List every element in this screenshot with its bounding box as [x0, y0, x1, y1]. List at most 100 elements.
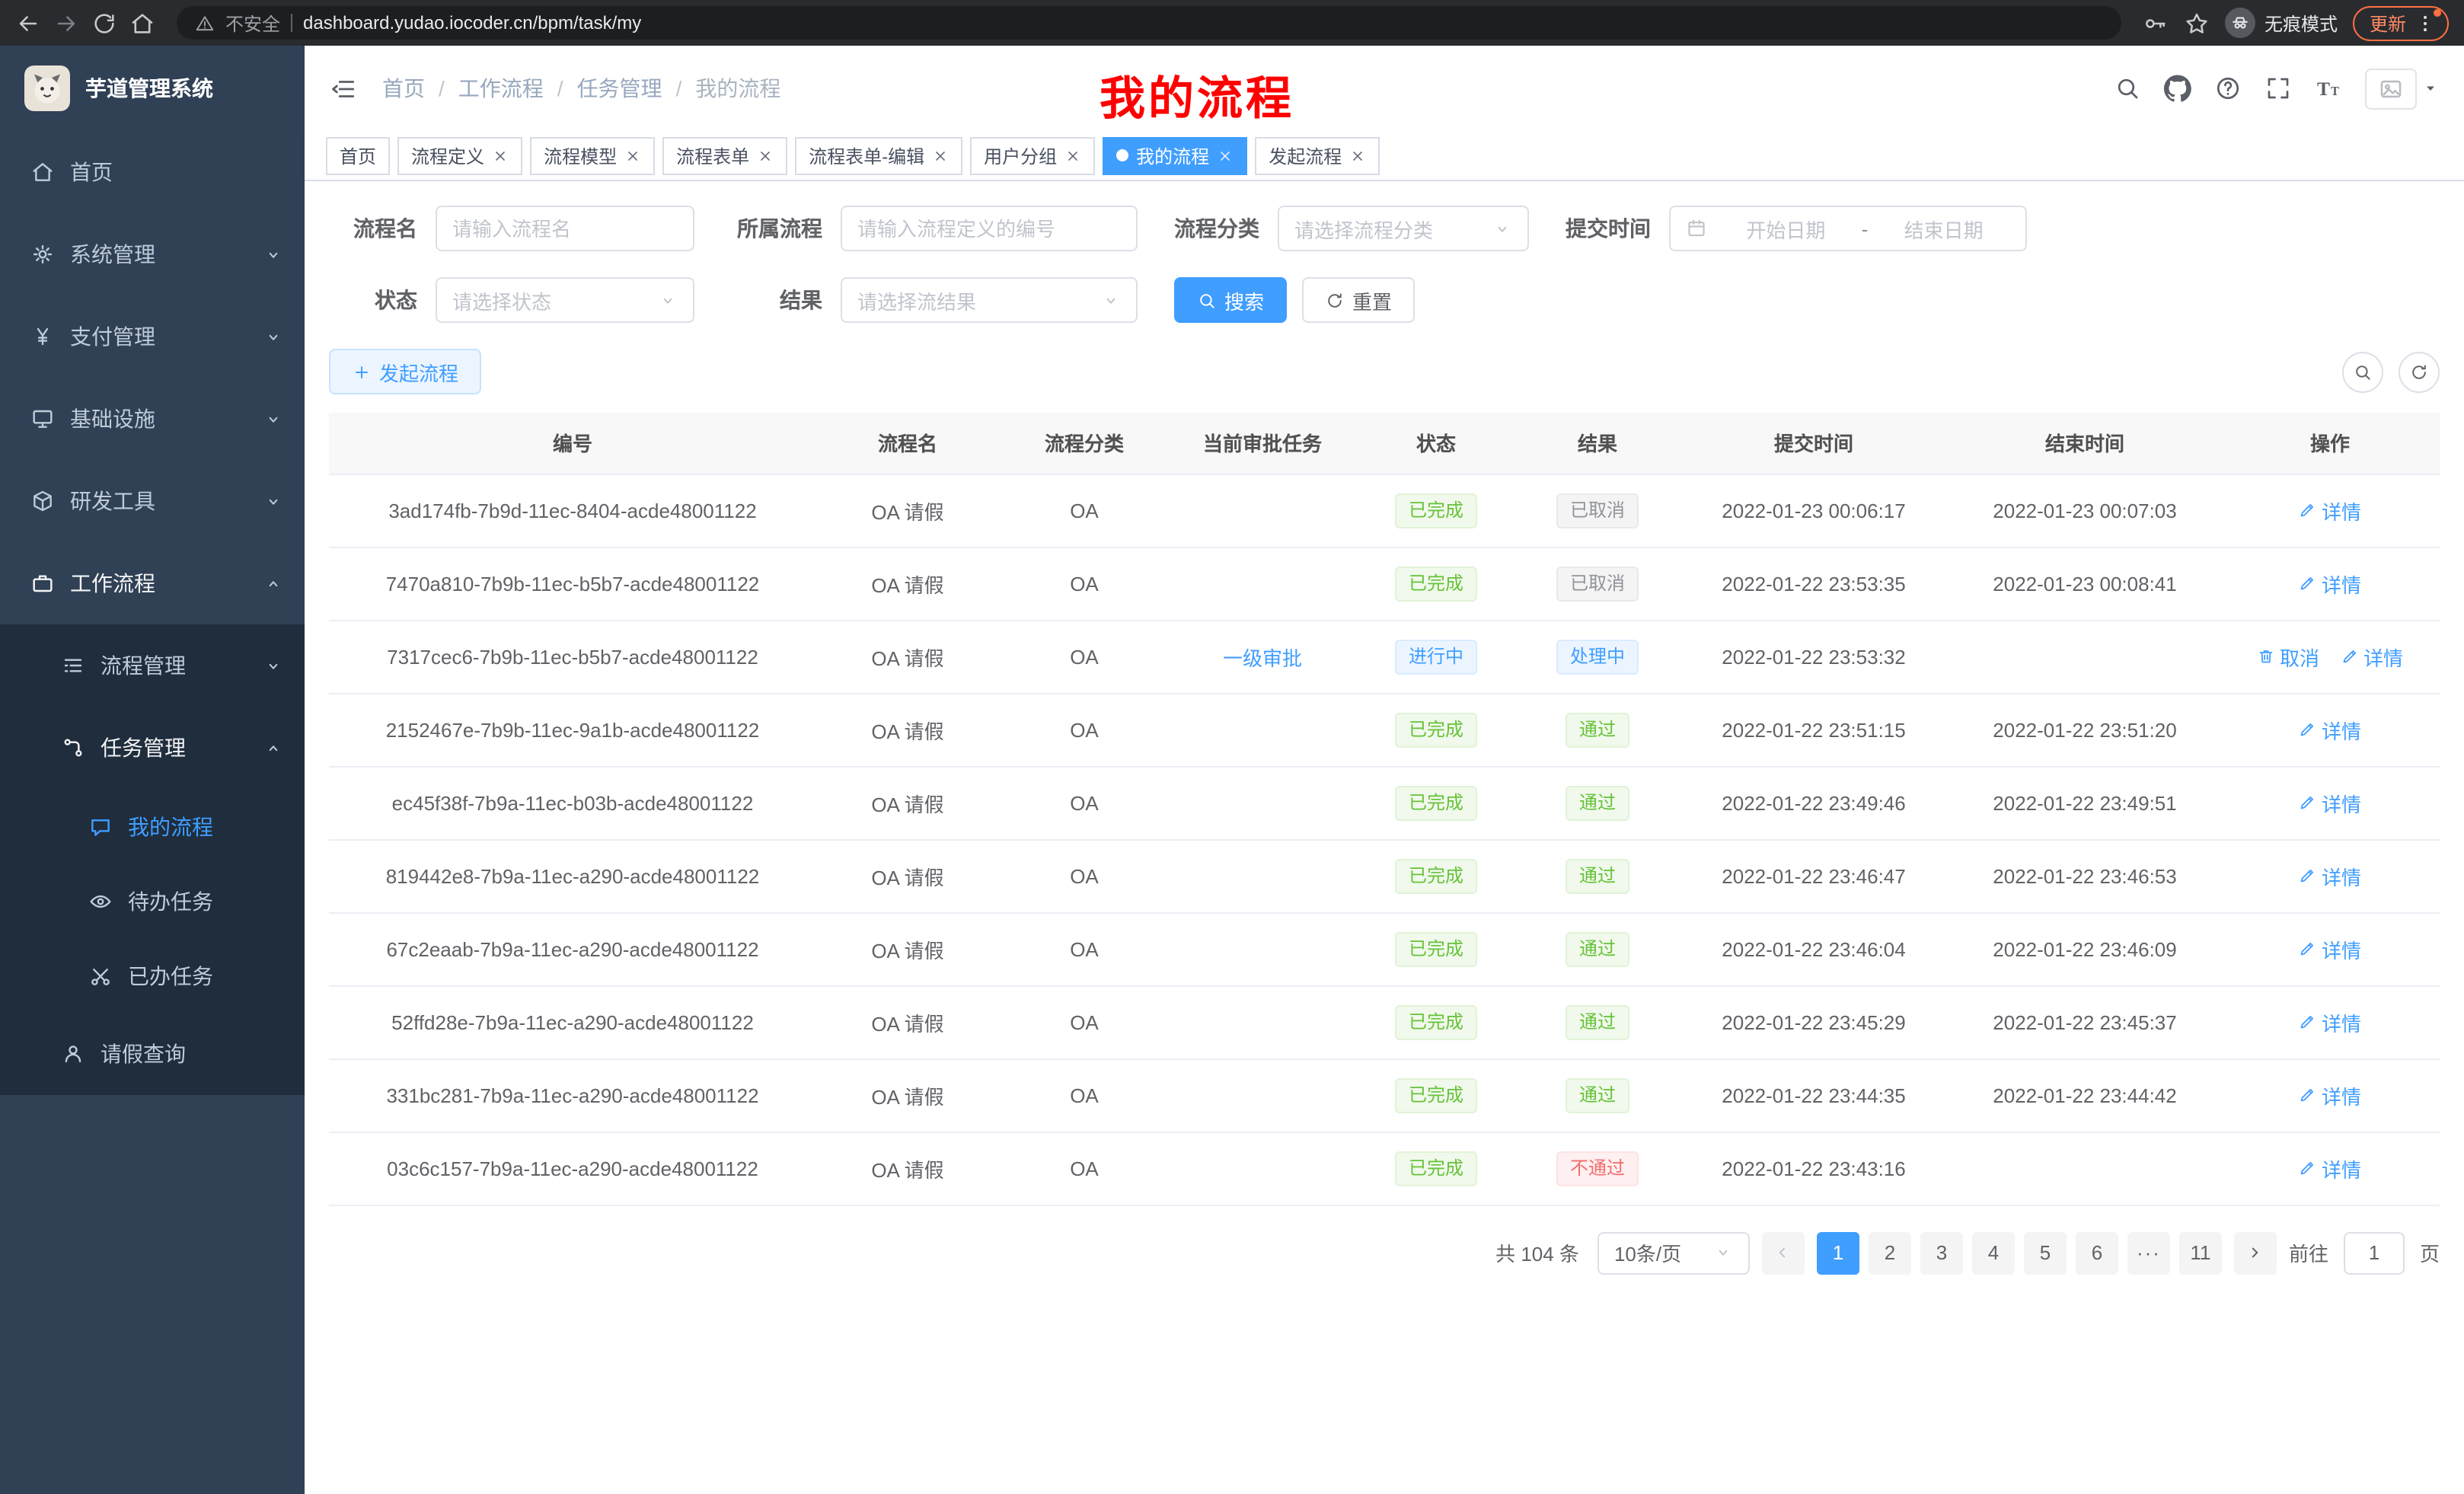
font-size-icon[interactable]: TT [2315, 75, 2342, 102]
goto-label: 前往 [2289, 1238, 2328, 1267]
current-task-link[interactable]: 一级审批 [1223, 646, 1302, 669]
create-process-button[interactable]: 发起流程 [329, 349, 481, 394]
detail-action[interactable]: 详情 [2299, 1154, 2361, 1183]
sidebar-item-home[interactable]: 首页 [0, 131, 305, 213]
column-header: 当前审批任务 [1170, 413, 1355, 474]
close-icon[interactable] [757, 147, 774, 164]
process-name-input[interactable] [436, 206, 694, 251]
incognito-profile-chip[interactable]: 无痕模式 [2225, 8, 2338, 38]
reset-button[interactable]: 重置 [1302, 277, 1415, 323]
address-bar[interactable]: 不安全 dashboard.yudao.iocoder.cn/bpm/task/… [177, 6, 2121, 40]
result-select[interactable]: 请选择流结果 [841, 277, 1138, 323]
sidebar-item-payment[interactable]: 支付管理 [0, 295, 305, 378]
sidebar-item-system[interactable]: 系统管理 [0, 213, 305, 295]
github-icon[interactable] [2164, 75, 2191, 102]
close-icon[interactable] [492, 147, 509, 164]
category-select[interactable]: 请选择流程分类 [1278, 206, 1529, 251]
close-icon[interactable] [1064, 147, 1081, 164]
actions-cell: 取消详情 [2220, 620, 2440, 693]
toggle-search-button[interactable] [2342, 351, 2383, 392]
tab-my-process[interactable]: 我的流程 [1103, 136, 1247, 174]
process-id: 819442e8-7b9a-11ec-a290-acde48001122 [329, 839, 816, 912]
sidebar-item-my-process[interactable]: 我的流程 [0, 789, 305, 864]
detail-action[interactable]: 详情 [2299, 788, 2361, 817]
category-label: 流程分类 [1174, 213, 1259, 244]
status-tag: 已完成 [1395, 858, 1477, 893]
tab-process-model[interactable]: 流程模型 [530, 136, 655, 174]
tab-process-form[interactable]: 流程表单 [662, 136, 787, 174]
sidebar-item-process-management[interactable]: 流程管理 [0, 624, 305, 707]
edit-icon [2299, 1086, 2317, 1104]
sidebar-item-infrastructure[interactable]: 基础设施 [0, 378, 305, 460]
detail-action[interactable]: 详情 [2299, 496, 2361, 525]
url-text[interactable]: dashboard.yudao.iocoder.cn/bpm/task/my [303, 12, 641, 34]
sidebar-item-task-management[interactable]: 任务管理 [0, 707, 305, 789]
header-search-icon[interactable] [2114, 75, 2141, 102]
detail-action[interactable]: 详情 [2299, 569, 2361, 598]
close-icon[interactable] [1349, 147, 1366, 164]
detail-action[interactable]: 详情 [2299, 861, 2361, 890]
browser-chrome: 不安全 dashboard.yudao.iocoder.cn/bpm/task/… [0, 0, 2464, 46]
close-icon[interactable] [932, 147, 949, 164]
date-separator: - [1859, 217, 1872, 240]
breadcrumb-item[interactable]: 首页 [382, 73, 425, 104]
security-warning-icon[interactable] [195, 13, 215, 33]
next-page-button[interactable] [2234, 1231, 2277, 1274]
tab-user-group[interactable]: 用户分组 [970, 136, 1095, 174]
page-button-1[interactable]: 1 [1817, 1231, 1859, 1274]
sidebar-item-workflow[interactable]: 工作流程 [0, 542, 305, 624]
sidebar-item-devtools[interactable]: 研发工具 [0, 460, 305, 542]
page-button-4[interactable]: 4 [1972, 1231, 2015, 1274]
browser-update-button[interactable]: 更新 [2353, 5, 2449, 40]
help-icon[interactable] [2214, 75, 2242, 102]
page-button-5[interactable]: 5 [2024, 1231, 2067, 1274]
app-logo[interactable]: 芋道管理系统 [0, 46, 305, 131]
browser-reload-button[interactable] [91, 10, 117, 36]
page-button-11[interactable]: 11 [2179, 1231, 2222, 1274]
yen-icon [30, 324, 55, 349]
edit-icon [2299, 793, 2317, 812]
close-icon[interactable] [1217, 147, 1234, 164]
detail-action[interactable]: 详情 [2299, 715, 2361, 744]
prev-page-button[interactable] [1762, 1231, 1805, 1274]
more-pages-button[interactable]: ··· [2127, 1231, 2170, 1274]
user-menu[interactable] [2365, 68, 2440, 109]
breadcrumb-item[interactable]: 任务管理 [577, 73, 662, 104]
page-button-6[interactable]: 6 [2076, 1231, 2118, 1274]
tab-start-process[interactable]: 发起流程 [1255, 136, 1380, 174]
detail-action[interactable]: 详情 [2299, 934, 2361, 963]
browser-menu-icon[interactable] [2414, 11, 2437, 34]
close-icon[interactable] [624, 147, 641, 164]
search-button[interactable]: 搜索 [1174, 277, 1287, 323]
status-select[interactable]: 请选择状态 [436, 277, 694, 323]
submit-time-range[interactable]: 开始日期 - 结束日期 [1669, 206, 2027, 251]
tab-process-form-edit[interactable]: 流程表单-编辑 [795, 136, 962, 174]
cancel-action[interactable]: 取消 [2257, 642, 2319, 671]
browser-back-button[interactable] [15, 10, 41, 36]
password-manager-icon[interactable] [2143, 10, 2169, 36]
refresh-table-button[interactable] [2399, 351, 2440, 392]
fullscreen-icon[interactable] [2265, 75, 2292, 102]
sidebar-item-done-tasks[interactable]: 已办任务 [0, 938, 305, 1013]
page-button-2[interactable]: 2 [1869, 1231, 1911, 1274]
breadcrumb-item[interactable]: 工作流程 [458, 73, 544, 104]
detail-action[interactable]: 详情 [2299, 1007, 2361, 1036]
page-button-3[interactable]: 3 [1920, 1231, 1963, 1274]
filter-status: 状态 请选择状态 [329, 277, 694, 323]
sidebar-item-leave-query[interactable]: 请假查询 [0, 1013, 305, 1095]
detail-action[interactable]: 详情 [2341, 642, 2403, 671]
sidebar-item-todo-tasks[interactable]: 待办任务 [0, 864, 305, 938]
goto-page-input[interactable] [2344, 1231, 2405, 1274]
page-size-select[interactable]: 10条/页 [1597, 1231, 1750, 1274]
process-definition-input[interactable] [841, 206, 1138, 251]
tab-process-definition[interactable]: 流程定义 [397, 136, 522, 174]
status-tag: 通过 [1566, 712, 1629, 747]
browser-forward-button[interactable] [53, 10, 79, 36]
tab-home[interactable]: 首页 [326, 136, 390, 174]
bookmark-star-icon[interactable] [2184, 10, 2210, 36]
hamburger-icon[interactable] [329, 74, 358, 103]
process-id: 3ad174fb-7b9d-11ec-8404-acde48001122 [329, 474, 816, 547]
detail-action[interactable]: 详情 [2299, 1081, 2361, 1109]
result-cell: 处理中 [1517, 620, 1678, 693]
browser-home-button[interactable] [129, 10, 155, 36]
